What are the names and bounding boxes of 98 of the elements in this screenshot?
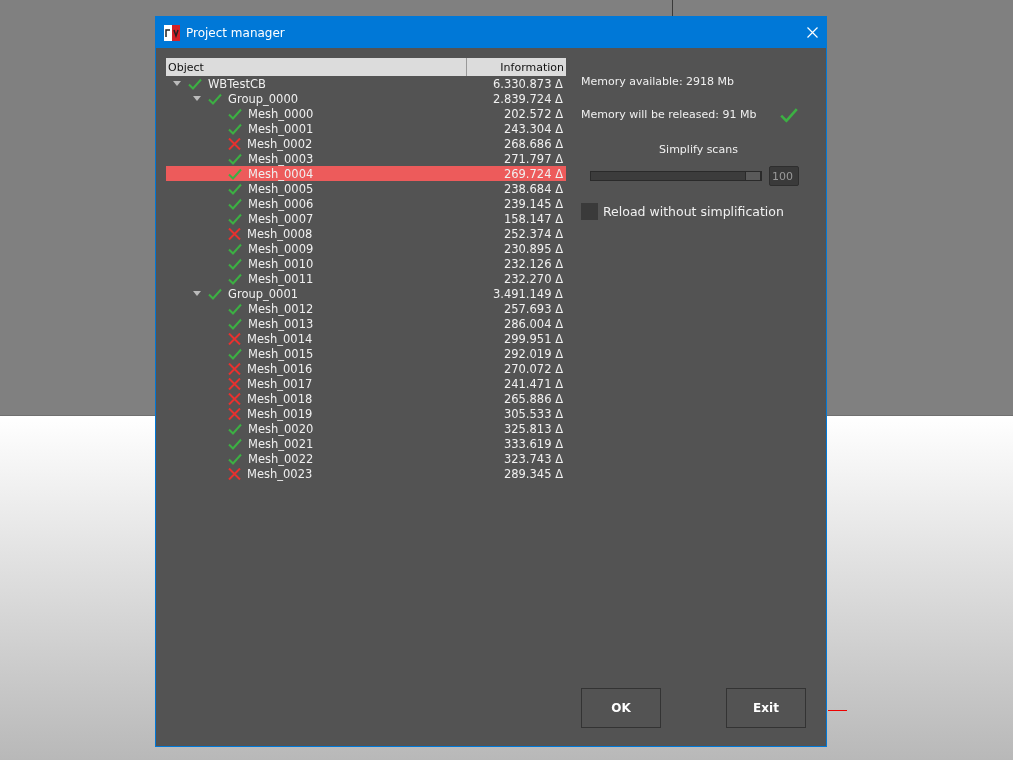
tree-row[interactable]: Mesh_0006 239.145 Δ [166, 196, 566, 211]
dialog-button[interactable]: Exit [726, 688, 806, 728]
information-value: 269.724 Δ [503, 166, 564, 181]
information-value: 230.895 Δ [503, 241, 564, 256]
object-name: Mesh_0015 [248, 346, 314, 361]
caret-icon[interactable] [193, 291, 201, 296]
object-name: Mesh_0005 [248, 181, 314, 196]
tree-row[interactable]: Mesh_0020 325.813 Δ [166, 421, 566, 436]
tree-row[interactable]: Group_0001 3.491.149 Δ [166, 286, 566, 301]
close-icon[interactable] [807, 27, 818, 38]
tree-row[interactable]: Mesh_0005 238.684 Δ [166, 181, 566, 196]
tree-row[interactable]: Group_0000 2.839.724 Δ [166, 91, 566, 106]
object-name: Group_0001 [228, 286, 299, 301]
object-name: Mesh_0002 [247, 136, 313, 151]
tree-row[interactable]: Mesh_0001 243.304 Δ [166, 121, 566, 136]
information-value: 271.797 Δ [503, 151, 564, 166]
information-value: 299.951 Δ [503, 331, 564, 346]
information-value: 2.839.724 Δ [492, 91, 564, 106]
information-value: 270.072 Δ [503, 361, 564, 376]
reload-checkbox[interactable] [581, 203, 598, 220]
object-name: Mesh_0023 [247, 466, 313, 481]
reload-label: Reload without simplification [603, 204, 784, 219]
object-name: Mesh_0022 [248, 451, 314, 466]
memory-available-text: Memory available: 2918 Mb [581, 75, 736, 88]
object-name: Mesh_0012 [248, 301, 314, 316]
memory-released-text: Memory will be released: 91 Mb [581, 108, 757, 121]
object-name: Mesh_0017 [247, 376, 313, 391]
caret-icon[interactable] [173, 81, 181, 86]
information-value: 6.330.873 Δ [492, 76, 564, 91]
information-value: 265.886 Δ [503, 391, 564, 406]
tree-row[interactable]: Mesh_0003 271.797 Δ [166, 151, 566, 166]
object-name: Mesh_0016 [247, 361, 313, 376]
dialog-button[interactable]: OK [581, 688, 661, 728]
tree-row[interactable]: Mesh_0009 230.895 Δ [166, 241, 566, 256]
information-value: 243.304 Δ [503, 121, 564, 136]
window-title: Project manager [186, 25, 286, 40]
tree-row[interactable]: Mesh_0010 232.126 Δ [166, 256, 566, 271]
tree-row[interactable]: Mesh_0007 158.147 Δ [166, 211, 566, 226]
information-value: 3.491.149 Δ [492, 286, 564, 301]
information-value: 257.693 Δ [503, 301, 564, 316]
tree-row[interactable]: Mesh_0016 270.072 Δ [166, 361, 566, 376]
column-header[interactable]: Information [467, 58, 566, 76]
information-value: 286.004 Δ [503, 316, 564, 331]
column-header[interactable]: Object [166, 58, 467, 76]
object-name: Mesh_0000 [248, 106, 314, 121]
information-value: 333.619 Δ [503, 436, 564, 451]
object-name: Mesh_0001 [248, 121, 314, 136]
simplify-slider[interactable] [590, 171, 762, 181]
information-value: 232.126 Δ [503, 256, 564, 271]
object-name: Mesh_0010 [248, 256, 314, 271]
simplify-value-field[interactable]: 100 [769, 166, 799, 186]
tree-row[interactable]: Mesh_0014 299.951 Δ [166, 331, 566, 346]
object-name: Mesh_0021 [248, 436, 314, 451]
object-name: Group_0000 [228, 91, 299, 106]
object-name: Mesh_0014 [247, 331, 313, 346]
tree-row[interactable]: Mesh_0015 292.019 Δ [166, 346, 566, 361]
tree-row[interactable]: Mesh_0021 333.619 Δ [166, 436, 566, 451]
object-name: Mesh_0004 [248, 166, 314, 181]
information-value: 232.270 Δ [503, 271, 564, 286]
object-name: Mesh_0003 [248, 151, 314, 166]
tree-row[interactable]: Mesh_0000 202.572 Δ [166, 106, 566, 121]
information-value: 241.471 Δ [503, 376, 564, 391]
object-name: Mesh_0009 [248, 241, 314, 256]
tree-row[interactable]: Mesh_0012 257.693 Δ [166, 301, 566, 316]
object-name: WBTestCB [208, 76, 266, 91]
information-value: 268.686 Δ [503, 136, 564, 151]
object-name: Mesh_0007 [248, 211, 314, 226]
information-value: 323.743 Δ [503, 451, 564, 466]
tree-row[interactable]: Mesh_0017 241.471 Δ [166, 376, 566, 391]
information-value: 292.019 Δ [503, 346, 564, 361]
tree-row[interactable]: Mesh_0022 323.743 Δ [166, 451, 566, 466]
tree-row[interactable]: Mesh_0019 305.533 Δ [166, 406, 566, 421]
tree-row[interactable]: Mesh_0011 232.270 Δ [166, 271, 566, 286]
information-value: 305.533 Δ [503, 406, 564, 421]
information-value: 252.374 Δ [503, 226, 564, 241]
object-name: Mesh_0008 [247, 226, 313, 241]
information-value: 289.345 Δ [503, 466, 564, 481]
information-value: 239.145 Δ [503, 196, 564, 211]
object-name: Mesh_0013 [248, 316, 314, 331]
tree-row[interactable]: WBTestCB 6.330.873 Δ [166, 76, 566, 91]
tree-row[interactable]: Mesh_0023 289.345 Δ [166, 466, 566, 481]
caret-icon[interactable] [193, 96, 201, 101]
tree-row[interactable]: Mesh_0002 268.686 Δ [166, 136, 566, 151]
object-name: Mesh_0006 [248, 196, 314, 211]
object-name: Mesh_0018 [247, 391, 313, 406]
tree-row[interactable]: Mesh_0013 286.004 Δ [166, 316, 566, 331]
information-value: 158.147 Δ [503, 211, 564, 226]
information-value: 238.684 Δ [503, 181, 564, 196]
app-logo-icon [164, 24, 180, 41]
object-name: Mesh_0011 [248, 271, 314, 286]
tree-row[interactable]: Mesh_0018 265.886 Δ [166, 391, 566, 406]
information-value: 202.572 Δ [503, 106, 564, 121]
slider-thumb[interactable] [745, 171, 761, 181]
object-name: Mesh_0020 [248, 421, 314, 436]
information-value: 325.813 Δ [503, 421, 564, 436]
tree-row[interactable]: Mesh_0008 252.374 Δ [166, 226, 566, 241]
simplify-label: Simplify scans [658, 143, 739, 156]
object-name: Mesh_0019 [247, 406, 313, 421]
